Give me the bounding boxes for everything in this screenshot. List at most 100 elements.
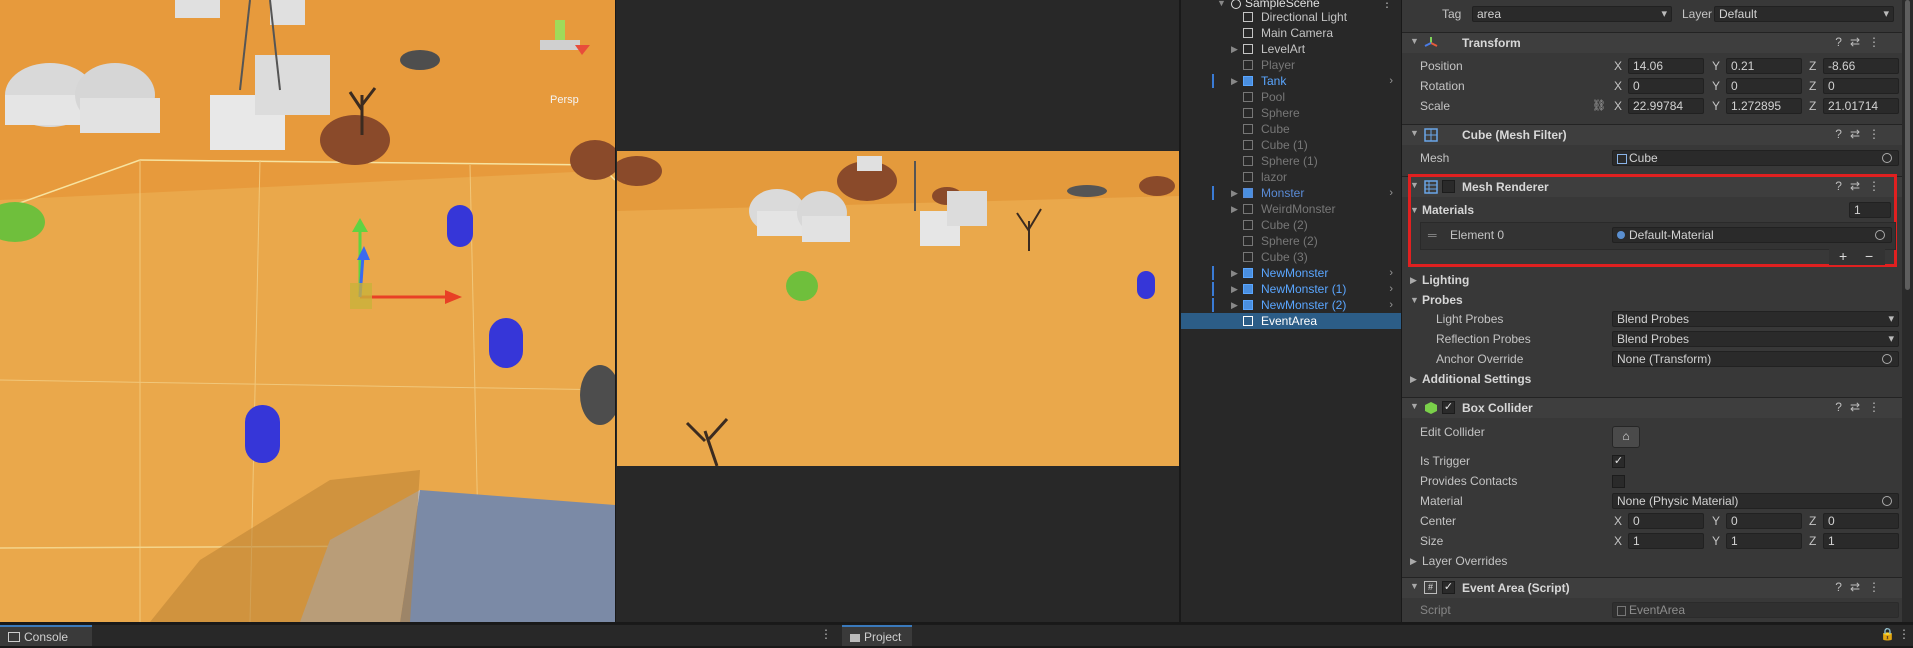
center-x-field[interactable]: 0 (1628, 513, 1704, 529)
hierarchy-item[interactable]: ▶ › Monster (1181, 185, 1401, 201)
lighting-row[interactable]: ▶ Lighting (1402, 271, 1902, 289)
tag-dropdown[interactable]: area (1472, 6, 1672, 22)
element-0-object-field[interactable]: Default-Material (1612, 227, 1892, 243)
hierarchy-item[interactable]: Cube (2) (1181, 217, 1401, 233)
component-buttons[interactable]: ?⇄⋮ (1835, 400, 1888, 414)
game-view[interactable] (617, 151, 1179, 466)
tab-console[interactable]: Console (0, 625, 92, 646)
box-collider-header[interactable]: ▼ ✓ Box Collider ?⇄⋮ (1402, 397, 1902, 418)
scale-z-field[interactable]: 21.01714 (1823, 98, 1899, 114)
object-picker-icon[interactable] (1882, 496, 1892, 506)
expand-icon[interactable]: ▶ (1410, 370, 1417, 388)
hierarchy-item[interactable]: Sphere (2) (1181, 233, 1401, 249)
component-buttons[interactable]: ?⇄⋮ (1835, 127, 1888, 141)
position-x-field[interactable]: 14.06 (1628, 58, 1704, 74)
layer-overrides-row[interactable]: ▶ Layer Overrides (1402, 552, 1902, 570)
constrain-proportions-icon[interactable]: ⛓ (1592, 97, 1606, 115)
provides-contacts-checkbox[interactable] (1612, 475, 1625, 488)
component-buttons[interactable]: ?⇄⋮ (1835, 35, 1888, 49)
collapse-icon[interactable]: ▼ (1410, 201, 1419, 219)
event-area-header[interactable]: ▼ # ✓ Event Area (Script) ?⇄⋮ (1402, 577, 1902, 598)
expand-icon[interactable]: ▶ (1231, 297, 1238, 313)
scale-x-field[interactable]: 22.99784 (1628, 98, 1704, 114)
expand-icon[interactable]: ▶ (1231, 73, 1238, 89)
materials-count-field[interactable]: 1 (1849, 202, 1891, 218)
object-picker-icon[interactable] (1882, 354, 1892, 364)
collapse-icon[interactable]: ▼ (1410, 180, 1419, 190)
expand-icon[interactable]: ▶ (1231, 265, 1238, 281)
size-x-field[interactable]: 1 (1628, 533, 1704, 549)
probes-row[interactable]: ▼ Probes (1402, 291, 1902, 309)
tab-project[interactable]: Project (842, 625, 912, 646)
lock-icon[interactable]: 🔒 (1880, 627, 1895, 641)
anchor-override-field[interactable]: None (Transform) (1612, 351, 1899, 367)
hierarchy-item[interactable]: Directional Light (1181, 9, 1401, 25)
is-trigger-checkbox[interactable]: ✓ (1612, 455, 1625, 468)
hierarchy-item[interactable]: Pool (1181, 89, 1401, 105)
light-probes-dropdown[interactable]: Blend Probes (1612, 311, 1899, 327)
hierarchy-item[interactable]: EventArea (1181, 313, 1401, 329)
rotation-x-field[interactable]: 0 (1628, 78, 1704, 94)
edit-collider-button[interactable]: ⌂ (1612, 426, 1640, 448)
hierarchy-panel[interactable]: ▼ SampleScene ⋮ Directional Light Main Ca… (1181, 0, 1401, 622)
hierarchy-item[interactable]: Cube (3) (1181, 249, 1401, 265)
prefab-open-icon[interactable]: › (1389, 281, 1393, 297)
hierarchy-item[interactable]: lazor (1181, 169, 1401, 185)
hierarchy-item[interactable]: Main Camera (1181, 25, 1401, 41)
rotation-y-field[interactable]: 0 (1726, 78, 1802, 94)
hierarchy-item[interactable]: Sphere (1) (1181, 153, 1401, 169)
collapse-icon[interactable]: ▼ (1410, 36, 1419, 46)
inspector-panel[interactable]: Tag area Layer Default ▼ Transform ?⇄⋮ P… (1402, 0, 1902, 622)
add-element-button[interactable]: + (1839, 248, 1847, 264)
inspector-scrollbar-thumb[interactable] (1905, 0, 1910, 290)
additional-settings-row[interactable]: ▶ Additional Settings (1402, 370, 1902, 388)
rotation-z-field[interactable]: 0 (1823, 78, 1899, 94)
prefab-open-icon[interactable]: › (1389, 73, 1393, 89)
size-z-field[interactable]: 1 (1823, 533, 1899, 549)
box-collider-enabled-checkbox[interactable]: ✓ (1442, 401, 1455, 414)
project-menu-icon[interactable]: ⋮ (1898, 627, 1910, 641)
mesh-renderer-header[interactable]: ▼ Mesh Renderer ?⇄⋮ (1402, 176, 1902, 197)
physic-material-field[interactable]: None (Physic Material) (1612, 493, 1899, 509)
center-z-field[interactable]: 0 (1823, 513, 1899, 529)
prefab-open-icon[interactable]: › (1389, 185, 1393, 201)
console-menu-icon[interactable]: ⋮ (820, 627, 832, 641)
size-y-field[interactable]: 1 (1726, 533, 1802, 549)
hierarchy-item[interactable]: Player (1181, 57, 1401, 73)
hierarchy-item[interactable]: Sphere (1181, 105, 1401, 121)
collapse-icon[interactable]: ▼ (1410, 581, 1419, 591)
expand-icon[interactable]: ▶ (1231, 185, 1238, 201)
prefab-open-icon[interactable]: › (1389, 297, 1393, 313)
materials-row[interactable]: ▼ Materials 1 (1402, 201, 1902, 219)
scene-view[interactable]: Persp (0, 0, 615, 622)
expand-icon[interactable]: ▶ (1231, 281, 1238, 297)
drag-handle-icon[interactable]: ═ (1428, 226, 1437, 244)
hierarchy-item[interactable]: ▶ LevelArt (1181, 41, 1401, 57)
persp-label[interactable]: Persp (550, 94, 579, 106)
collapse-icon[interactable]: ▼ (1410, 291, 1419, 309)
center-y-field[interactable]: 0 (1726, 513, 1802, 529)
expand-icon[interactable]: ▶ (1410, 552, 1417, 570)
object-picker-icon[interactable] (1875, 230, 1885, 240)
component-buttons[interactable]: ?⇄⋮ (1835, 580, 1888, 594)
mesh-object-field[interactable]: Cube (1612, 150, 1899, 166)
expand-icon[interactable]: ▶ (1410, 271, 1417, 289)
object-picker-icon[interactable] (1882, 153, 1892, 163)
reflection-probes-dropdown[interactable]: Blend Probes (1612, 331, 1899, 347)
event-area-enabled-checkbox[interactable]: ✓ (1442, 581, 1455, 594)
hierarchy-item[interactable]: Cube (1181, 121, 1401, 137)
layer-dropdown[interactable]: Default (1714, 6, 1894, 22)
hierarchy-item[interactable]: ▶ › NewMonster (1) (1181, 281, 1401, 297)
scale-y-field[interactable]: 1.272895 (1726, 98, 1802, 114)
collapse-icon[interactable]: ▼ (1410, 401, 1419, 411)
remove-element-button[interactable]: − (1865, 248, 1873, 264)
expand-icon[interactable]: ▶ (1231, 41, 1238, 57)
mesh-renderer-enabled-checkbox[interactable] (1442, 180, 1455, 193)
hierarchy-item[interactable]: ▶ › Tank (1181, 73, 1401, 89)
hierarchy-item[interactable]: Cube (1) (1181, 137, 1401, 153)
component-buttons[interactable]: ?⇄⋮ (1835, 179, 1888, 193)
position-y-field[interactable]: 0.21 (1726, 58, 1802, 74)
mesh-filter-header[interactable]: ▼ Cube (Mesh Filter) ?⇄⋮ (1402, 124, 1902, 145)
hierarchy-item[interactable]: ▶ › NewMonster (2) (1181, 297, 1401, 313)
hierarchy-item[interactable]: ▶ WeirdMonster (1181, 201, 1401, 217)
